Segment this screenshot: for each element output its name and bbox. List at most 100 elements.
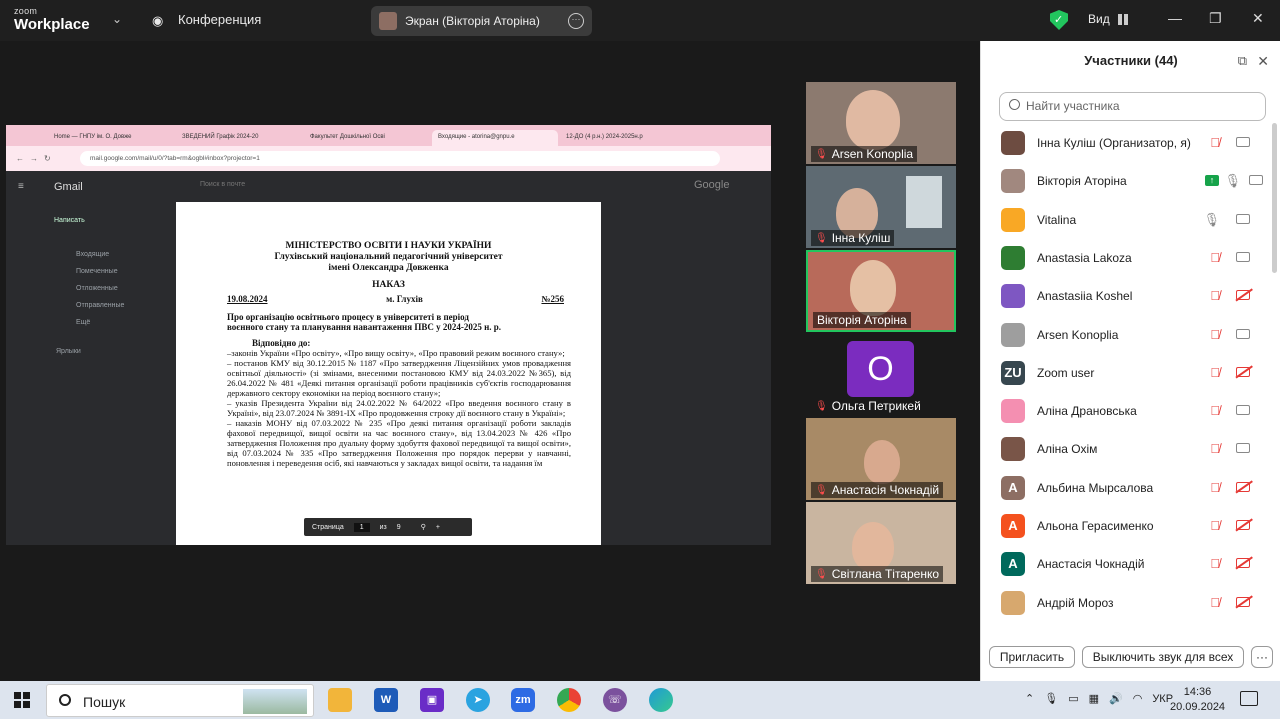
screen-share-pill[interactable]: Экран (Вікторія Аторіна) ··· bbox=[371, 6, 592, 36]
clock[interactable]: 14:36 20.09.2024 bbox=[1170, 685, 1225, 715]
taskbar-search-label: Пошук bbox=[83, 694, 126, 710]
camera-off-icon[interactable] bbox=[1236, 366, 1250, 377]
mic-muted-icon[interactable]: 🎙̸ bbox=[1210, 595, 1220, 610]
camera-off-icon[interactable] bbox=[1236, 596, 1250, 607]
camera-off-icon[interactable] bbox=[1236, 481, 1250, 492]
edge-icon[interactable] bbox=[649, 688, 673, 712]
mic-muted-icon[interactable]: 🎙̸ bbox=[1210, 556, 1220, 571]
mic-muted-icon[interactable]: 🎙̸ bbox=[1210, 403, 1220, 418]
mic-muted-icon[interactable]: 🎙̸ bbox=[1210, 518, 1220, 533]
mic-muted-icon[interactable]: 🎙̸ bbox=[1210, 327, 1220, 342]
nav-arrows-icon[interactable]: ←→↻ bbox=[16, 154, 57, 163]
video-tile[interactable]: 🎙 Світлана Тітаренко bbox=[806, 502, 956, 584]
minimize-button[interactable]: — bbox=[1168, 10, 1182, 26]
gmail-label[interactable]: Входящие bbox=[76, 251, 109, 258]
word-icon[interactable]: W bbox=[374, 688, 398, 712]
chevron-down-icon[interactable]: ⌄ bbox=[112, 12, 122, 26]
close-button[interactable]: ✕ bbox=[1252, 10, 1264, 27]
invite-button[interactable]: Пригласить bbox=[989, 646, 1075, 668]
chevron-up-icon[interactable]: ⌃ bbox=[1025, 692, 1034, 705]
participant-row[interactable]: Anastasiia Koshel 🎙̸ bbox=[1001, 280, 1271, 312]
video-tile[interactable]: 🎙 Анастасія Чокнадій bbox=[806, 418, 956, 500]
close-icon[interactable]: ✕ bbox=[1257, 41, 1269, 81]
mic-icon[interactable]: 🎙 bbox=[1044, 692, 1058, 705]
camera-off-icon[interactable] bbox=[1236, 558, 1250, 569]
camera-icon[interactable] bbox=[1236, 328, 1250, 339]
camera-off-icon[interactable] bbox=[1236, 520, 1250, 530]
restore-button[interactable]: ❐ bbox=[1209, 10, 1222, 27]
scrollbar[interactable] bbox=[1272, 123, 1277, 273]
battery-icon[interactable]: ▭ bbox=[1068, 692, 1078, 705]
zoom-app-icon[interactable]: zm bbox=[511, 688, 535, 712]
address-bar[interactable]: mail.google.com/mail/u/0/?tab=rm&ogbl#in… bbox=[80, 151, 720, 166]
camera-icon[interactable] bbox=[1236, 405, 1250, 416]
browser-tab[interactable]: ЗВЕДЕНИЙ Графік 2024-20 bbox=[176, 130, 302, 146]
participant-row[interactable]: ZU Zoom user 🎙̸ bbox=[1001, 357, 1271, 389]
browser-tab[interactable]: Факультет Дошкільної Осві bbox=[304, 130, 430, 146]
browser-tab[interactable]: Home — ГНПУ ім. О. Довже bbox=[48, 130, 174, 146]
chrome-icon[interactable] bbox=[557, 688, 581, 712]
video-tile[interactable]: 🎙 Інна Куліш bbox=[806, 166, 956, 248]
video-tile[interactable]: 🎙 Arsen Konoplia bbox=[806, 82, 956, 164]
mic-icon[interactable]: 🎙 bbox=[1203, 212, 1220, 228]
more-icon[interactable]: ··· bbox=[568, 13, 584, 29]
participant-row[interactable]: Аліна Охім 🎙̸ bbox=[1001, 433, 1271, 465]
mic-muted-icon[interactable]: 🎙̸ bbox=[1210, 480, 1220, 495]
camera-icon[interactable] bbox=[1236, 137, 1250, 147]
network-icon[interactable]: ▦ bbox=[1089, 692, 1099, 705]
mic-muted-icon[interactable]: 🎙̸ bbox=[1210, 288, 1220, 303]
gmail-label[interactable]: Ещё bbox=[76, 319, 90, 326]
participant-row[interactable]: Anastasia Lakoza 🎙̸ bbox=[1001, 242, 1271, 274]
more-icon[interactable]: ··· bbox=[1251, 646, 1273, 668]
participant-row[interactable]: А Альона Герасименко 🎙̸ bbox=[1001, 510, 1271, 542]
pager-page-input[interactable]: 1 bbox=[353, 522, 370, 532]
conference-button[interactable]: ◉ Конференция bbox=[152, 12, 261, 28]
gmail-label[interactable]: Отложенные bbox=[76, 285, 118, 292]
gmail-label[interactable]: Отправленные bbox=[76, 302, 124, 309]
gmail-logo: Gmail bbox=[54, 181, 83, 193]
video-tile[interactable]: O 🎙 Ольга Петрикей bbox=[806, 334, 956, 416]
camera-icon[interactable] bbox=[1236, 443, 1250, 454]
save-app-icon[interactable]: ▣ bbox=[420, 688, 444, 712]
participant-row[interactable]: Arsen Konoplia 🎙̸ bbox=[1001, 319, 1271, 351]
zoom-out-icon[interactable]: ⚲ bbox=[421, 523, 426, 531]
menu-icon[interactable]: ≡ bbox=[18, 181, 24, 192]
mic-icon[interactable]: 🎙 bbox=[1224, 173, 1241, 189]
participant-row[interactable]: Vitalina 🎙 bbox=[1001, 204, 1271, 236]
participant-row[interactable]: Інна Куліш (Организатор, я) 🎙̸ bbox=[1001, 127, 1271, 159]
browser-tab-active[interactable]: Входящие - atorina@gnpu.e bbox=[432, 130, 558, 146]
viber-icon[interactable]: ☏ bbox=[603, 688, 627, 712]
mic-muted-icon[interactable]: 🎙̸ bbox=[1210, 135, 1220, 150]
zoom-in-icon[interactable]: + bbox=[436, 524, 440, 531]
file-explorer-icon[interactable] bbox=[328, 688, 352, 712]
mic-muted-icon: 🎙 bbox=[815, 148, 828, 160]
taskbar-search[interactable]: Пошук bbox=[46, 684, 314, 717]
telegram-icon[interactable]: ➤ bbox=[466, 688, 490, 712]
mic-muted-icon[interactable]: 🎙̸ bbox=[1210, 365, 1220, 380]
camera-icon[interactable] bbox=[1249, 175, 1263, 186]
mic-muted-icon[interactable]: 🎙̸ bbox=[1210, 441, 1220, 456]
gmail-label[interactable]: Помеченные bbox=[76, 268, 118, 275]
mic-muted-icon[interactable]: 🎙̸ bbox=[1210, 250, 1220, 265]
participant-row[interactable]: А Анастасія Чокнадій 🎙̸ bbox=[1001, 548, 1271, 580]
participant-row[interactable]: Аліна Драновська 🎙̸ bbox=[1001, 395, 1271, 427]
participant-row[interactable]: Андрій Мороз 🎙̸ bbox=[1001, 587, 1271, 619]
camera-icon[interactable] bbox=[1236, 213, 1250, 224]
video-tile-active-speaker[interactable]: Вікторія Аторіна bbox=[806, 250, 956, 332]
shield-icon[interactable]: ✓ bbox=[1050, 10, 1068, 30]
compose-button[interactable]: Написать bbox=[54, 217, 85, 224]
wifi-icon[interactable]: ◠ bbox=[1133, 692, 1143, 705]
participant-search-input[interactable]: Найти участника bbox=[999, 92, 1266, 121]
mute-all-button[interactable]: Выключить звук для всех bbox=[1082, 646, 1244, 668]
volume-icon[interactable]: 🔊 bbox=[1109, 692, 1123, 705]
windows-start-icon[interactable] bbox=[14, 692, 30, 708]
notifications-icon[interactable] bbox=[1240, 691, 1258, 706]
participant-row[interactable]: Вікторія Аторіна ↑ 🎙 bbox=[1001, 165, 1271, 197]
camera-off-icon[interactable] bbox=[1236, 290, 1250, 301]
gmail-search[interactable]: Поиск в почте bbox=[200, 181, 245, 188]
view-button[interactable]: Вид bbox=[1088, 12, 1128, 26]
popout-icon[interactable]: ⧉ bbox=[1238, 41, 1247, 81]
camera-icon[interactable] bbox=[1236, 251, 1250, 262]
participant-row[interactable]: А Альбина Мырсалова 🎙̸ bbox=[1001, 472, 1271, 504]
browser-tab[interactable]: 12-ДО (4 р.н.) 2024-2025н.р bbox=[560, 130, 686, 146]
